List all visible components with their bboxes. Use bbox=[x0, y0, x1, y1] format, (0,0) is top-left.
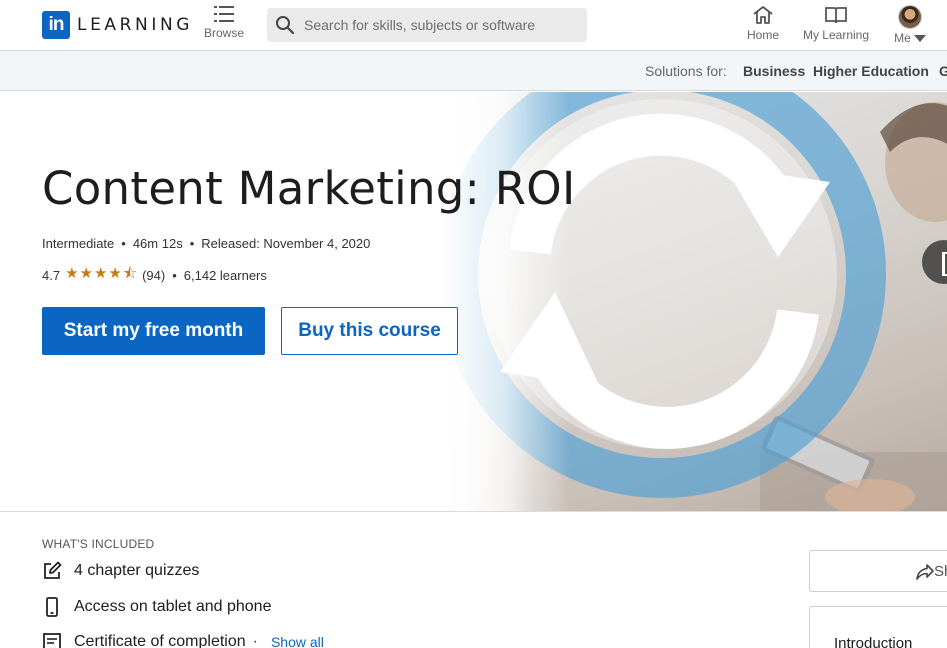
included-item-certificate: Certificate of completion · Show all bbox=[42, 632, 324, 648]
browse-label: Browse bbox=[203, 26, 244, 40]
solutions-label: Solutions for: bbox=[645, 63, 727, 79]
nav-my-learning[interactable]: My Learning bbox=[800, 5, 872, 42]
included-item-tablet: Access on tablet and phone bbox=[42, 597, 271, 617]
included-item-label: Access on tablet and phone bbox=[74, 598, 272, 615]
course-title: Content Marketing: ROI bbox=[42, 162, 576, 215]
search-icon bbox=[276, 16, 295, 35]
edit-icon bbox=[44, 561, 62, 579]
course-level: Intermediate bbox=[42, 236, 115, 251]
course-duration: 46m 12s bbox=[132, 236, 183, 251]
linkedin-logo-mark: in bbox=[42, 11, 70, 39]
included-item-quizzes: 4 chapter quizzes bbox=[42, 561, 199, 581]
rating-stars-icon[interactable]: ★★★★⯪ bbox=[65, 263, 138, 288]
nav-me[interactable]: Me bbox=[890, 5, 930, 45]
learning-wordmark: LEARNING bbox=[77, 15, 194, 35]
nav-me-label: Me bbox=[894, 31, 911, 45]
course-hero: Content Marketing: ROI Intermediate • 46m … bbox=[0, 92, 947, 512]
search-input[interactable] bbox=[304, 17, 574, 33]
home-icon bbox=[753, 6, 773, 24]
included-item-label: Certificate of completion bbox=[74, 633, 246, 648]
separator-dot: • bbox=[189, 236, 195, 251]
course-meta: Intermediate • 46m 12s • Released: November … bbox=[42, 236, 370, 251]
nav-home[interactable]: Home bbox=[744, 5, 782, 42]
start-free-month-button[interactable]: Start my free month bbox=[42, 307, 265, 355]
toc-introduction[interactable]: Introduction bbox=[834, 635, 912, 648]
hero-fade bbox=[440, 92, 570, 511]
included-item-label: 4 chapter quizzes bbox=[74, 562, 200, 579]
browse-icon bbox=[214, 6, 234, 22]
separator-dot: • bbox=[172, 268, 177, 283]
solutions-bar: Solutions for: Business Higher Education… bbox=[0, 51, 947, 91]
course-rating-row: 4.7 ★★★★⯪ (94) • 6,142 learners bbox=[42, 263, 267, 288]
search-bar[interactable] bbox=[267, 8, 587, 42]
solutions-business-link[interactable]: Business bbox=[743, 63, 805, 79]
course-release-date: Released: November 4, 2020 bbox=[201, 236, 371, 251]
share-label: Sh bbox=[934, 563, 947, 580]
phone-icon bbox=[46, 597, 58, 617]
nav-my-learning-label: My Learning bbox=[802, 28, 870, 42]
solutions-higher-education-link[interactable]: Higher Education bbox=[813, 63, 929, 79]
nav-home-label: Home bbox=[746, 28, 779, 42]
book-icon bbox=[825, 7, 847, 24]
separator-dot: • bbox=[121, 236, 126, 251]
share-icon bbox=[916, 563, 934, 580]
avatar bbox=[898, 5, 922, 29]
top-nav: in LEARNING Browse Home My Learning bbox=[0, 0, 947, 51]
linkedin-learning-logo[interactable]: in LEARNING bbox=[42, 11, 193, 39]
show-all-link[interactable]: Show all bbox=[271, 634, 324, 648]
review-count[interactable]: (94) bbox=[142, 268, 165, 283]
whats-included-heading: WHAT'S INCLUDED bbox=[42, 537, 155, 551]
table-of-contents: Introduction bbox=[809, 606, 947, 648]
share-button[interactable]: Sh bbox=[809, 550, 947, 592]
learner-count: 6,142 learners bbox=[183, 268, 267, 283]
certificate-icon bbox=[43, 633, 61, 648]
solutions-government-link[interactable]: G bbox=[939, 63, 947, 79]
rating-value: 4.7 bbox=[42, 268, 61, 283]
caret-down-icon bbox=[913, 34, 926, 42]
browse-button[interactable]: Browse bbox=[200, 6, 248, 40]
separator-dot: · bbox=[252, 633, 258, 648]
buy-course-button[interactable]: Buy this course bbox=[281, 307, 458, 355]
